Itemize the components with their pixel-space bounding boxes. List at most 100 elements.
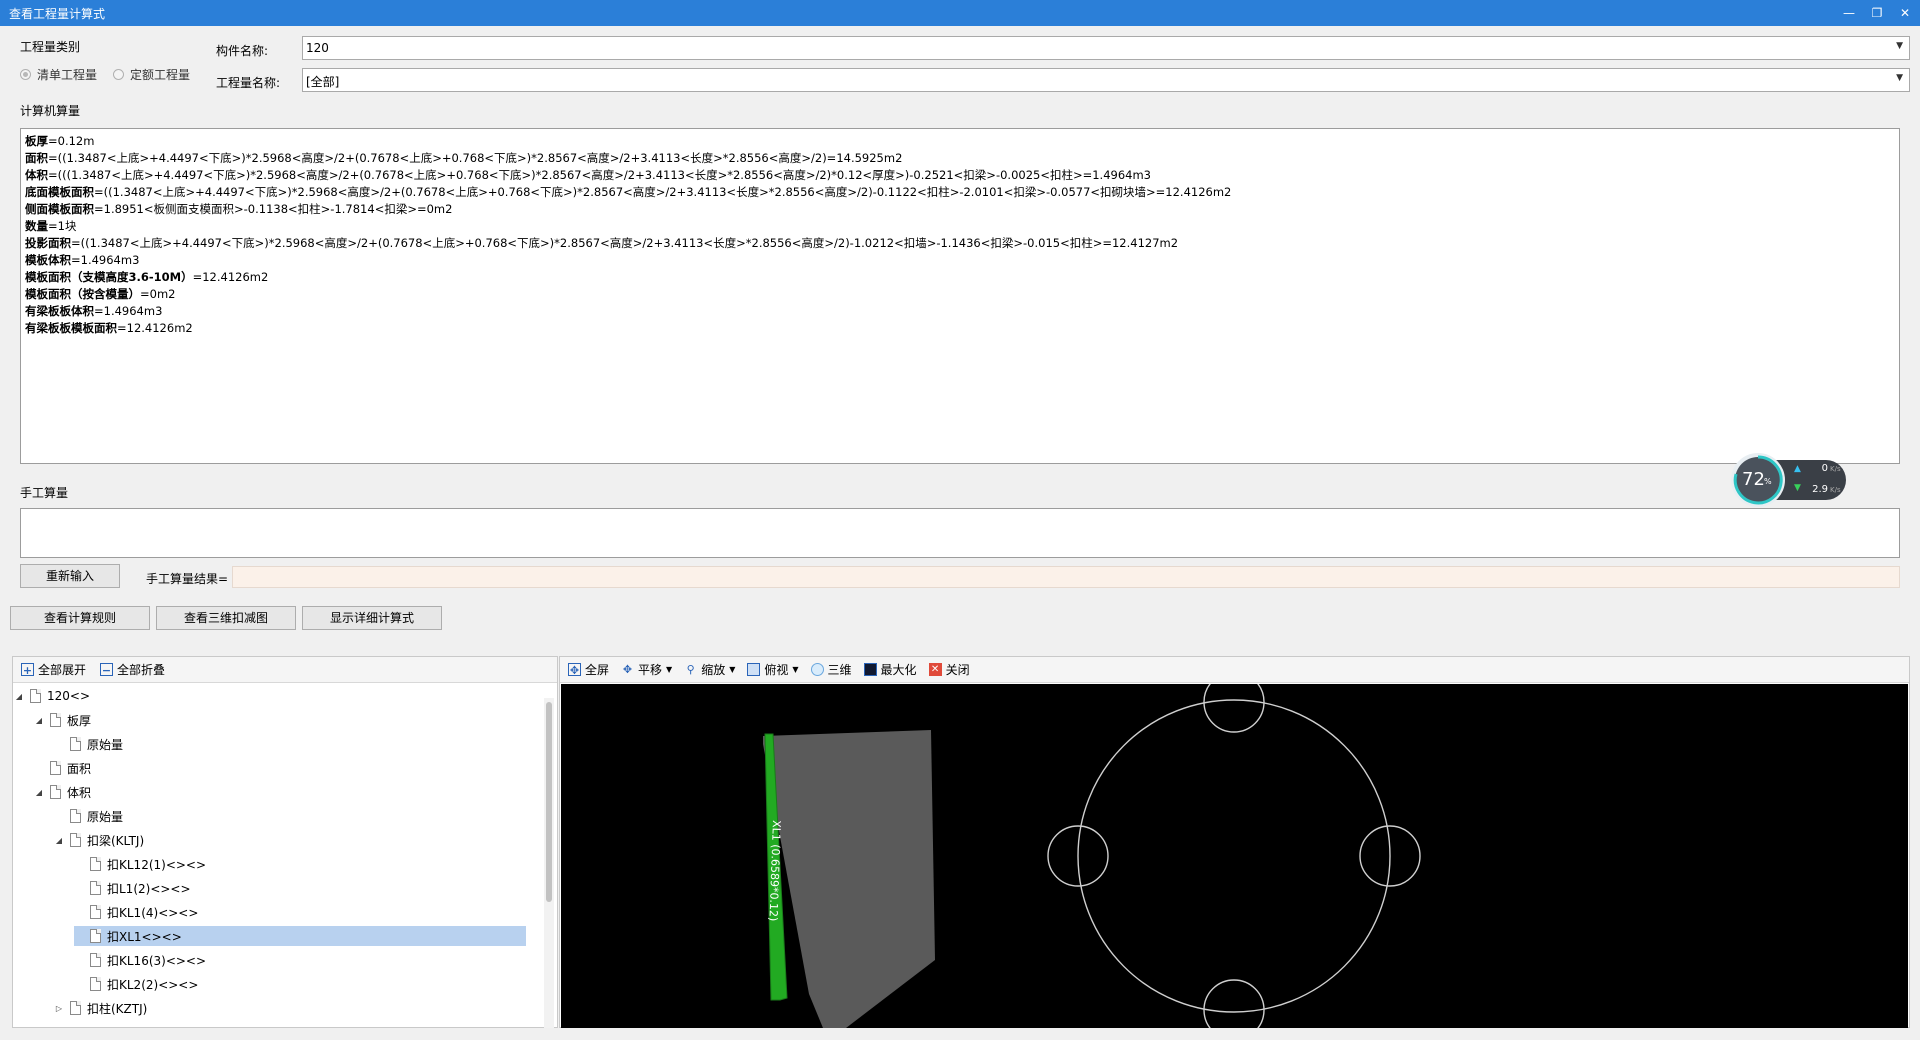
minimize-icon[interactable]: — bbox=[1838, 4, 1860, 22]
3d-viewport[interactable]: XL1 (0.6589*0.12) bbox=[561, 684, 1908, 1028]
speed-percent: 72 bbox=[1742, 469, 1765, 490]
tree-node[interactable]: ▷ 扣柱(KZTJ) bbox=[54, 998, 147, 1018]
tree-node[interactable]: 扣KL2(2)<><> bbox=[74, 974, 198, 994]
calc-line-key: 面积 bbox=[25, 151, 48, 165]
calc-line: 底面模板面积=((1.3487<上底>+4.4497<下底>)*2.5968<高… bbox=[25, 184, 1895, 201]
tree-node[interactable]: 扣L1(2)<><> bbox=[74, 878, 191, 898]
view-3d-button[interactable]: 查看三维扣减图 bbox=[156, 606, 296, 630]
calc-line-text: =0m2 bbox=[140, 287, 176, 301]
network-speed-widget[interactable]: 72 % ▲ 0 K/s ▼ 2.9 K/s bbox=[1730, 452, 1848, 508]
upload-value: 0 bbox=[1821, 463, 1828, 474]
calc-line-text: =1.4964m3 bbox=[94, 304, 163, 318]
column-circle-main bbox=[1077, 699, 1391, 1013]
3d-button[interactable]: 三维 bbox=[810, 661, 852, 678]
expand-all-button[interactable]: + 全部展开 bbox=[21, 661, 86, 678]
maximize-label: 最大化 bbox=[880, 663, 917, 677]
document-icon bbox=[90, 881, 101, 895]
calc-line-key: 投影面积 bbox=[25, 236, 71, 250]
maximize-button[interactable]: 最大化 bbox=[863, 661, 917, 678]
tree-node-label: 原始量 bbox=[87, 737, 124, 752]
calc-line: 模板面积（按含模量）=0m2 bbox=[25, 286, 1895, 303]
tree-node[interactable]: ◢ 体积 bbox=[34, 782, 91, 802]
scrollbar-thumb[interactable] bbox=[546, 702, 552, 902]
manual-calc-input[interactable] bbox=[20, 508, 1900, 558]
download-value: 2.9 bbox=[1812, 484, 1828, 495]
component-name-select[interactable]: 120 ▼ bbox=[302, 36, 1910, 60]
download-arrow-icon: ▼ bbox=[1794, 483, 1801, 493]
tree-node-label: 板厚 bbox=[67, 713, 92, 728]
tree-node[interactable]: 原始量 bbox=[54, 806, 123, 826]
computer-calc-textarea[interactable]: 板厚=0.12m 面积=((1.3487<上底>+4.4497<下底>)*2.59… bbox=[20, 128, 1900, 464]
radio-bill-label: 清单工程量 bbox=[37, 68, 98, 82]
zoom-label: 缩放 bbox=[701, 663, 726, 677]
quantity-name-select[interactable]: [全部] ▼ bbox=[302, 68, 1910, 92]
calc-line: 侧面模板面积=1.8951<板侧面支模面积>-0.1138<扣柱>-1.7814… bbox=[25, 201, 1895, 218]
tree-node[interactable]: 扣KL12(1)<><> bbox=[74, 854, 206, 874]
tree-node[interactable]: ◢ 扣梁(KLTJ) bbox=[54, 830, 144, 850]
orbit-icon bbox=[810, 663, 824, 676]
calc-line-key: 有梁板板体积 bbox=[25, 304, 94, 318]
calc-line-text: =1.4964m3 bbox=[71, 253, 140, 267]
radio-dot-icon bbox=[113, 69, 124, 80]
upload-arrow-icon: ▲ bbox=[1794, 464, 1801, 474]
calc-line-text: =1块 bbox=[48, 219, 77, 233]
tree-scrollbar[interactable] bbox=[544, 698, 554, 1028]
tree-node[interactable]: ◢ 120<> bbox=[14, 686, 90, 706]
pan-button[interactable]: ✥ 平移 ▼ bbox=[621, 661, 672, 678]
viewport-canvas[interactable]: XL1 (0.6589*0.12) bbox=[561, 684, 1908, 1028]
calc-line: 面积=((1.3487<上底>+4.4497<下底>)*2.5968<高度>/2… bbox=[25, 150, 1895, 167]
restore-icon[interactable]: ❐ bbox=[1866, 4, 1888, 22]
tree-node-label: 扣L1(2)<><> bbox=[107, 881, 191, 896]
tree-node-label: 扣KL1(4)<><> bbox=[107, 905, 199, 920]
quantity-tree: ◢ 120<> ◢ 板厚 原始量 面积 ◢ 体积 原始量 ◢ 扣梁(KLTJ) 扣KL12(1)<><… bbox=[14, 686, 544, 1024]
close-label: 关闭 bbox=[945, 663, 970, 677]
expander-closed-icon[interactable]: ▷ bbox=[54, 1004, 64, 1013]
download-unit: K/s bbox=[1830, 486, 1841, 494]
tree-toolbar: + 全部展开 − 全部折叠 bbox=[13, 657, 557, 683]
collapse-all-button[interactable]: − 全部折叠 bbox=[100, 661, 165, 678]
tree-node[interactable]: 原始量 bbox=[54, 734, 123, 754]
tree-node-label: 面积 bbox=[67, 761, 92, 776]
quantity-name-value: [全部] bbox=[306, 75, 340, 89]
tree-node[interactable]: 扣KL16(3)<><> bbox=[74, 950, 206, 970]
calc-line-key: 底面模板面积 bbox=[25, 185, 94, 199]
calc-line-key: 侧面模板面积 bbox=[25, 202, 94, 216]
radio-quota-label: 定额工程量 bbox=[130, 68, 191, 82]
close-window-icon[interactable]: ✕ bbox=[1894, 4, 1916, 22]
manual-result-label: 手工算量结果= bbox=[146, 572, 229, 586]
expander-open-icon[interactable]: ◢ bbox=[54, 836, 64, 845]
tree-node[interactable]: 扣KL1(4)<><> bbox=[74, 902, 198, 922]
reenter-button[interactable]: 重新输入 bbox=[20, 564, 120, 588]
chevron-down-icon: ▼ bbox=[666, 665, 673, 674]
tree-node-label: 扣梁(KLTJ) bbox=[87, 833, 145, 848]
top-view-label: 俯视 bbox=[764, 663, 789, 677]
chevron-down-icon: ▼ bbox=[792, 665, 799, 674]
move-icon: ✥ bbox=[622, 663, 633, 676]
speed-percent-unit: % bbox=[1764, 477, 1772, 486]
calc-line-key: 板厚 bbox=[25, 134, 48, 148]
manual-result-field bbox=[232, 566, 1900, 588]
calc-line: 投影面积=((1.3487<上底>+4.4497<下底>)*2.5968<高度>… bbox=[25, 235, 1895, 252]
tree-node[interactable]: 扣XL1<><> bbox=[74, 926, 526, 946]
fullscreen-label: 全屏 bbox=[585, 663, 610, 677]
radio-quota-quantity[interactable]: 定额工程量 bbox=[113, 66, 190, 83]
close-viewer-button[interactable]: ✕ 关闭 bbox=[928, 661, 970, 678]
calc-line: 模板体积=1.4964m3 bbox=[25, 252, 1895, 269]
expander-open-icon[interactable]: ◢ bbox=[34, 788, 44, 797]
tree-node-label: 扣柱(KZTJ) bbox=[87, 1001, 148, 1016]
expander-open-icon[interactable]: ◢ bbox=[14, 692, 24, 701]
expander-open-icon[interactable]: ◢ bbox=[34, 716, 44, 725]
view-rules-button[interactable]: 查看计算规则 bbox=[10, 606, 150, 630]
zoom-button[interactable]: ⚲ 缩放 ▼ bbox=[684, 661, 736, 678]
show-detail-button[interactable]: 显示详细计算式 bbox=[302, 606, 442, 630]
computer-calc-label: 计算机算量 bbox=[20, 104, 81, 118]
top-view-button[interactable]: 俯视 ▼ bbox=[747, 661, 799, 678]
calc-line-key: 有梁板板模板面积 bbox=[25, 321, 117, 335]
fullscreen-button[interactable]: ✥ 全屏 bbox=[568, 661, 609, 678]
radio-bill-quantity[interactable]: 清单工程量 bbox=[20, 66, 97, 83]
calc-line: 板厚=0.12m bbox=[25, 133, 1895, 150]
tree-node[interactable]: 面积 bbox=[34, 758, 91, 778]
document-icon bbox=[90, 929, 101, 943]
plus-icon: + bbox=[21, 663, 34, 677]
tree-node[interactable]: ◢ 板厚 bbox=[34, 710, 91, 730]
